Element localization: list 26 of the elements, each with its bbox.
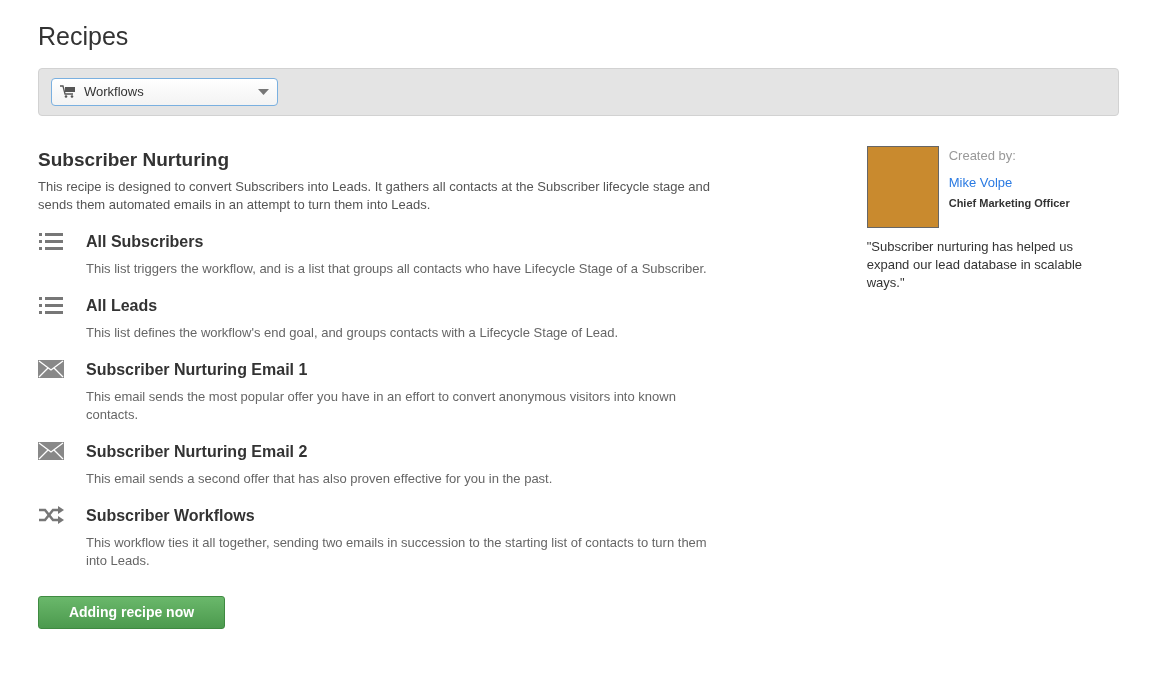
- recipe-description: This recipe is designed to convert Subscribers into Leads. It gathers all contacts at the Subscriber lifecycle stage and sends them automated emails in an attempt to turn them into Leads.: [38, 178, 712, 214]
- item-description: This list triggers the workflow, and is a list that groups all contacts who have Lifecycle Stage of a Subscriber.: [86, 260, 708, 278]
- item-description: This workflow ties it all together, sending two emails in succession to the starting list of contacts to turn them into Leads.: [86, 534, 708, 570]
- recipe-type-dropdown[interactable]: Workflows: [51, 77, 278, 106]
- recipe-title: Subscriber Nurturing: [38, 147, 231, 172]
- item-title: All Subscribers: [86, 232, 205, 252]
- item-title: Subscriber Nurturing Email 1: [86, 360, 309, 380]
- author-name-link[interactable]: Mike Volpe: [948, 173, 1070, 193]
- page-title: Recipes: [38, 21, 130, 52]
- cart-icon: [60, 85, 76, 98]
- caret-icon: [258, 88, 269, 95]
- testimonial-quote: "Subscriber nurturing has helped us expand our lead database in scalable ways.": [866, 237, 1084, 292]
- adding-recipe-button[interactable]: Adding recipe now: [38, 596, 225, 629]
- list-icon: [39, 232, 63, 250]
- item-description: This email sends a second offer that has also proven effective for you in the past.: [86, 470, 554, 488]
- shuffle-icon: [38, 506, 64, 524]
- item-title: Subscriber Workflows: [86, 506, 256, 526]
- author-role: Chief Marketing Officer: [948, 195, 1070, 211]
- created-by-label: Created by:: [948, 146, 1017, 165]
- list-icon: [39, 296, 63, 314]
- item-description: This email sends the most popular offer you have in an effort to convert anonymous visitors into known contacts.: [86, 388, 677, 424]
- envelope-icon: [38, 442, 64, 460]
- envelope-icon: [38, 360, 64, 378]
- item-title: All Leads: [86, 296, 159, 316]
- item-description: This list defines the workflow's end goal, and groups contacts with a Lifecycle Stage of Lead.: [86, 324, 620, 342]
- item-title: Subscriber Nurturing Email 2: [86, 442, 309, 462]
